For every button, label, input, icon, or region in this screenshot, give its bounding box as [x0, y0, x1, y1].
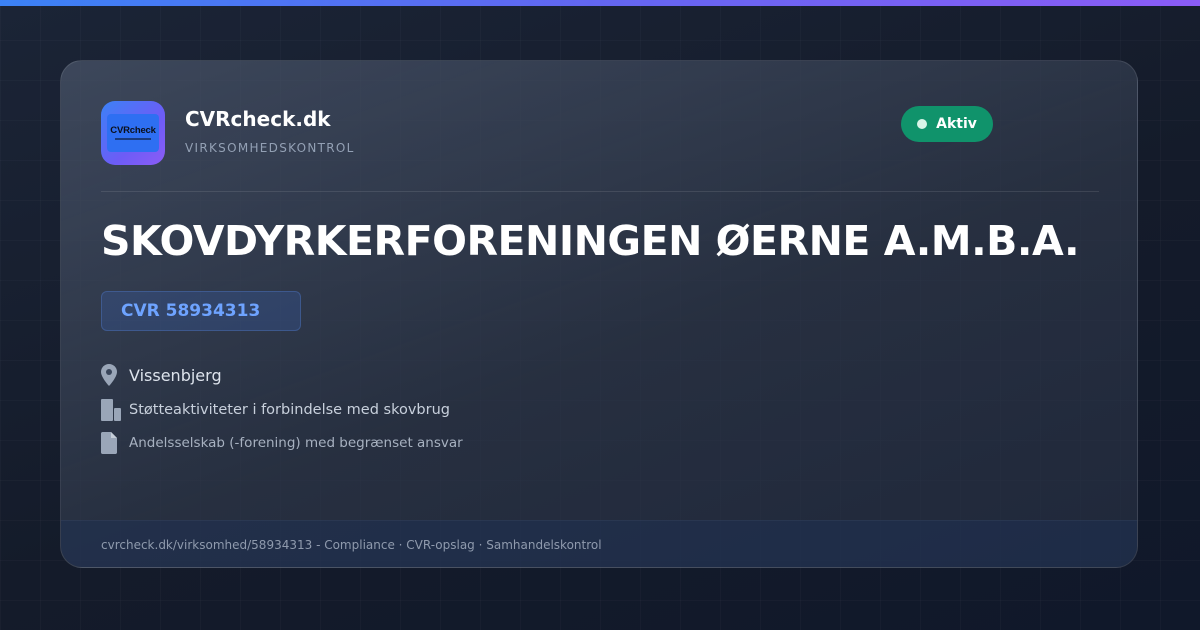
card-footer: cvrcheck.dk/virksomhed/58934313 - Compli…: [61, 520, 1137, 567]
map-pin-icon: [101, 363, 123, 387]
building-icon: [101, 398, 123, 422]
logo-underline: [115, 137, 151, 140]
company-legal-form: Andelsselskab (-forening) med begrænset …: [129, 435, 463, 451]
status-badge: Aktiv: [901, 106, 993, 142]
header-divider: [101, 191, 1099, 192]
brand-logo: CVRcheck: [101, 101, 165, 165]
document-icon: [101, 431, 123, 455]
logo-badge: CVRcheck: [107, 114, 159, 152]
accent-bar: [0, 0, 1200, 6]
brand-tagline: VIRKSOMHEDSKONTROL: [185, 141, 355, 155]
footer-text: cvrcheck.dk/virksomhed/58934313 - Compli…: [101, 538, 602, 552]
company-city: Vissenbjerg: [129, 365, 222, 385]
brand-name: CVRcheck.dk: [185, 107, 331, 131]
info-row-city: Vissenbjerg: [101, 363, 222, 387]
status-dot-icon: [917, 119, 928, 129]
company-industry: Støtteaktiviteter i forbindelse med skov…: [129, 402, 450, 418]
cvr-number: CVR 58934313: [121, 301, 261, 321]
company-name: SKOVDYRKERFORENINGEN ØERNE A.M.B.A.: [101, 217, 1080, 265]
info-row-industry: Støtteaktiviteter i forbindelse med skov…: [101, 398, 450, 422]
logo-text: CVRcheck: [110, 125, 156, 137]
company-card: CVRcheck CVRcheck.dk VIRKSOMHEDSKONTROL …: [60, 60, 1138, 568]
status-label: Aktiv: [936, 116, 977, 132]
info-row-legal-form: Andelsselskab (-forening) med begrænset …: [101, 431, 463, 455]
cvr-badge: CVR 58934313: [101, 291, 301, 331]
